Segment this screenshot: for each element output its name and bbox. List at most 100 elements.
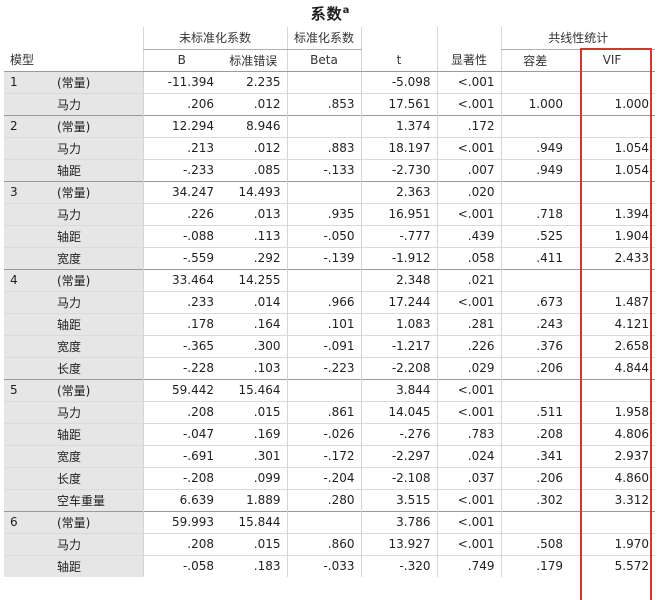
- tolerance-value: [500, 378, 570, 401]
- tolerance-value: .508: [500, 532, 570, 555]
- model-number: [4, 158, 51, 181]
- table-row: 长度 -.208.099 -.204 -2.108.037.206 4.860: [4, 466, 656, 489]
- se-value: 15.844: [220, 510, 288, 533]
- se-value: 15.464: [220, 378, 288, 401]
- vif-header: VIF: [569, 49, 656, 72]
- sig-value: .749: [436, 554, 502, 577]
- se-value: .164: [220, 312, 288, 335]
- model-header: 模型: [4, 49, 51, 72]
- vif-value: 5.572: [569, 554, 656, 577]
- tolerance-value: .411: [500, 246, 570, 269]
- header-row-top: 未标准化系数 标准化系数 共线性统计: [4, 27, 656, 50]
- vif-value: [569, 114, 656, 137]
- se-value: 8.946: [220, 114, 288, 137]
- model-number: 5: [4, 378, 51, 401]
- variable-name: (常量): [51, 510, 143, 533]
- sig-value: .058: [436, 246, 502, 269]
- b-value: .208: [142, 532, 220, 555]
- model-number: [4, 422, 51, 445]
- t-value: 13.927: [360, 532, 438, 555]
- t-value: -.777: [360, 224, 438, 247]
- vif-value: 1.000: [569, 92, 656, 115]
- beta-value: -.204: [286, 466, 362, 489]
- sig-value: <.001: [436, 92, 502, 115]
- se-value: .113: [220, 224, 288, 247]
- table-row: 马力 .208.015.861 14.045 <.001.511 1.958: [4, 400, 656, 423]
- vif-value: 1.487: [569, 290, 656, 313]
- t-value: 14.045: [360, 400, 438, 423]
- model-number: [4, 246, 51, 269]
- sig-value: <.001: [436, 70, 502, 93]
- vif-value: 1.054: [569, 158, 656, 181]
- t-value: 3.844: [360, 378, 438, 401]
- se-value: .169: [220, 422, 288, 445]
- beta-value: .853: [286, 92, 362, 115]
- variable-name: 宽度: [51, 334, 143, 357]
- beta-value: .860: [286, 532, 362, 555]
- vif-value: 2.937: [569, 444, 656, 467]
- t-value: -2.297: [360, 444, 438, 467]
- beta-value: .861: [286, 400, 362, 423]
- variable-name: 长度: [51, 466, 143, 489]
- b-value: -.228: [142, 356, 220, 379]
- beta-header: Beta: [286, 49, 362, 72]
- standardized-header: 标准化系数: [286, 27, 362, 50]
- se-value: .013: [220, 202, 288, 225]
- beta-value: .935: [286, 202, 362, 225]
- vif-value: 3.312: [569, 488, 656, 511]
- variable-name: 宽度: [51, 246, 143, 269]
- sig-value: .783: [436, 422, 502, 445]
- variable-name: (常量): [51, 70, 143, 93]
- model-number: [4, 290, 51, 313]
- tolerance-value: .949: [500, 158, 570, 181]
- beta-value: .280: [286, 488, 362, 511]
- table-row: 2 (常量) 12.294 8.946 1.374.172: [4, 114, 656, 137]
- variable-name: 轴距: [51, 224, 143, 247]
- variable-name: 宽度: [51, 444, 143, 467]
- beta-value: -.223: [286, 356, 362, 379]
- se-value: 14.255: [220, 268, 288, 291]
- beta-value: -.033: [286, 554, 362, 577]
- tolerance-value: .341: [500, 444, 570, 467]
- se-value: .183: [220, 554, 288, 577]
- se-value: 14.493: [220, 180, 288, 203]
- tolerance-value: .208: [500, 422, 570, 445]
- vif-value: [569, 268, 656, 291]
- variable-name: 马力: [51, 290, 143, 313]
- variable-name: 轴距: [51, 422, 143, 445]
- sig-value: .007: [436, 158, 502, 181]
- b-value: -.047: [142, 422, 220, 445]
- tolerance-value: .179: [500, 554, 570, 577]
- t-value: -.276: [360, 422, 438, 445]
- b-value: 33.464: [142, 268, 220, 291]
- model-number: [4, 554, 51, 577]
- unstandardized-header: 未标准化系数: [142, 27, 288, 50]
- t-value: 16.951: [360, 202, 438, 225]
- tolerance-value: .206: [500, 356, 570, 379]
- beta-value: [286, 180, 362, 203]
- t-value: -2.730: [360, 158, 438, 181]
- t-header: t: [360, 49, 438, 72]
- variable-name: 马力: [51, 202, 143, 225]
- tolerance-value: [500, 180, 570, 203]
- header-row-bottom: 模型 B 标准错误 Beta t 显著性 容差 VIF: [4, 49, 656, 72]
- vif-value: 1.958: [569, 400, 656, 423]
- model-number: 6: [4, 510, 51, 533]
- tolerance-value: .525: [500, 224, 570, 247]
- t-value: -1.912: [360, 246, 438, 269]
- vif-value: 1.394: [569, 202, 656, 225]
- se-value: .014: [220, 290, 288, 313]
- b-value: -.058: [142, 554, 220, 577]
- sig-value: .021: [436, 268, 502, 291]
- se-value: .015: [220, 400, 288, 423]
- t-value: 3.515: [360, 488, 438, 511]
- t-value: -2.208: [360, 356, 438, 379]
- b-value: -.208: [142, 466, 220, 489]
- vif-value: 2.658: [569, 334, 656, 357]
- table-row: 马力 .208.015.860 13.927 <.001.508 1.970: [4, 532, 656, 555]
- se-value: .012: [220, 92, 288, 115]
- vif-value: 1.904: [569, 224, 656, 247]
- t-value: -2.108: [360, 466, 438, 489]
- model-number: [4, 356, 51, 379]
- b-value: .233: [142, 290, 220, 313]
